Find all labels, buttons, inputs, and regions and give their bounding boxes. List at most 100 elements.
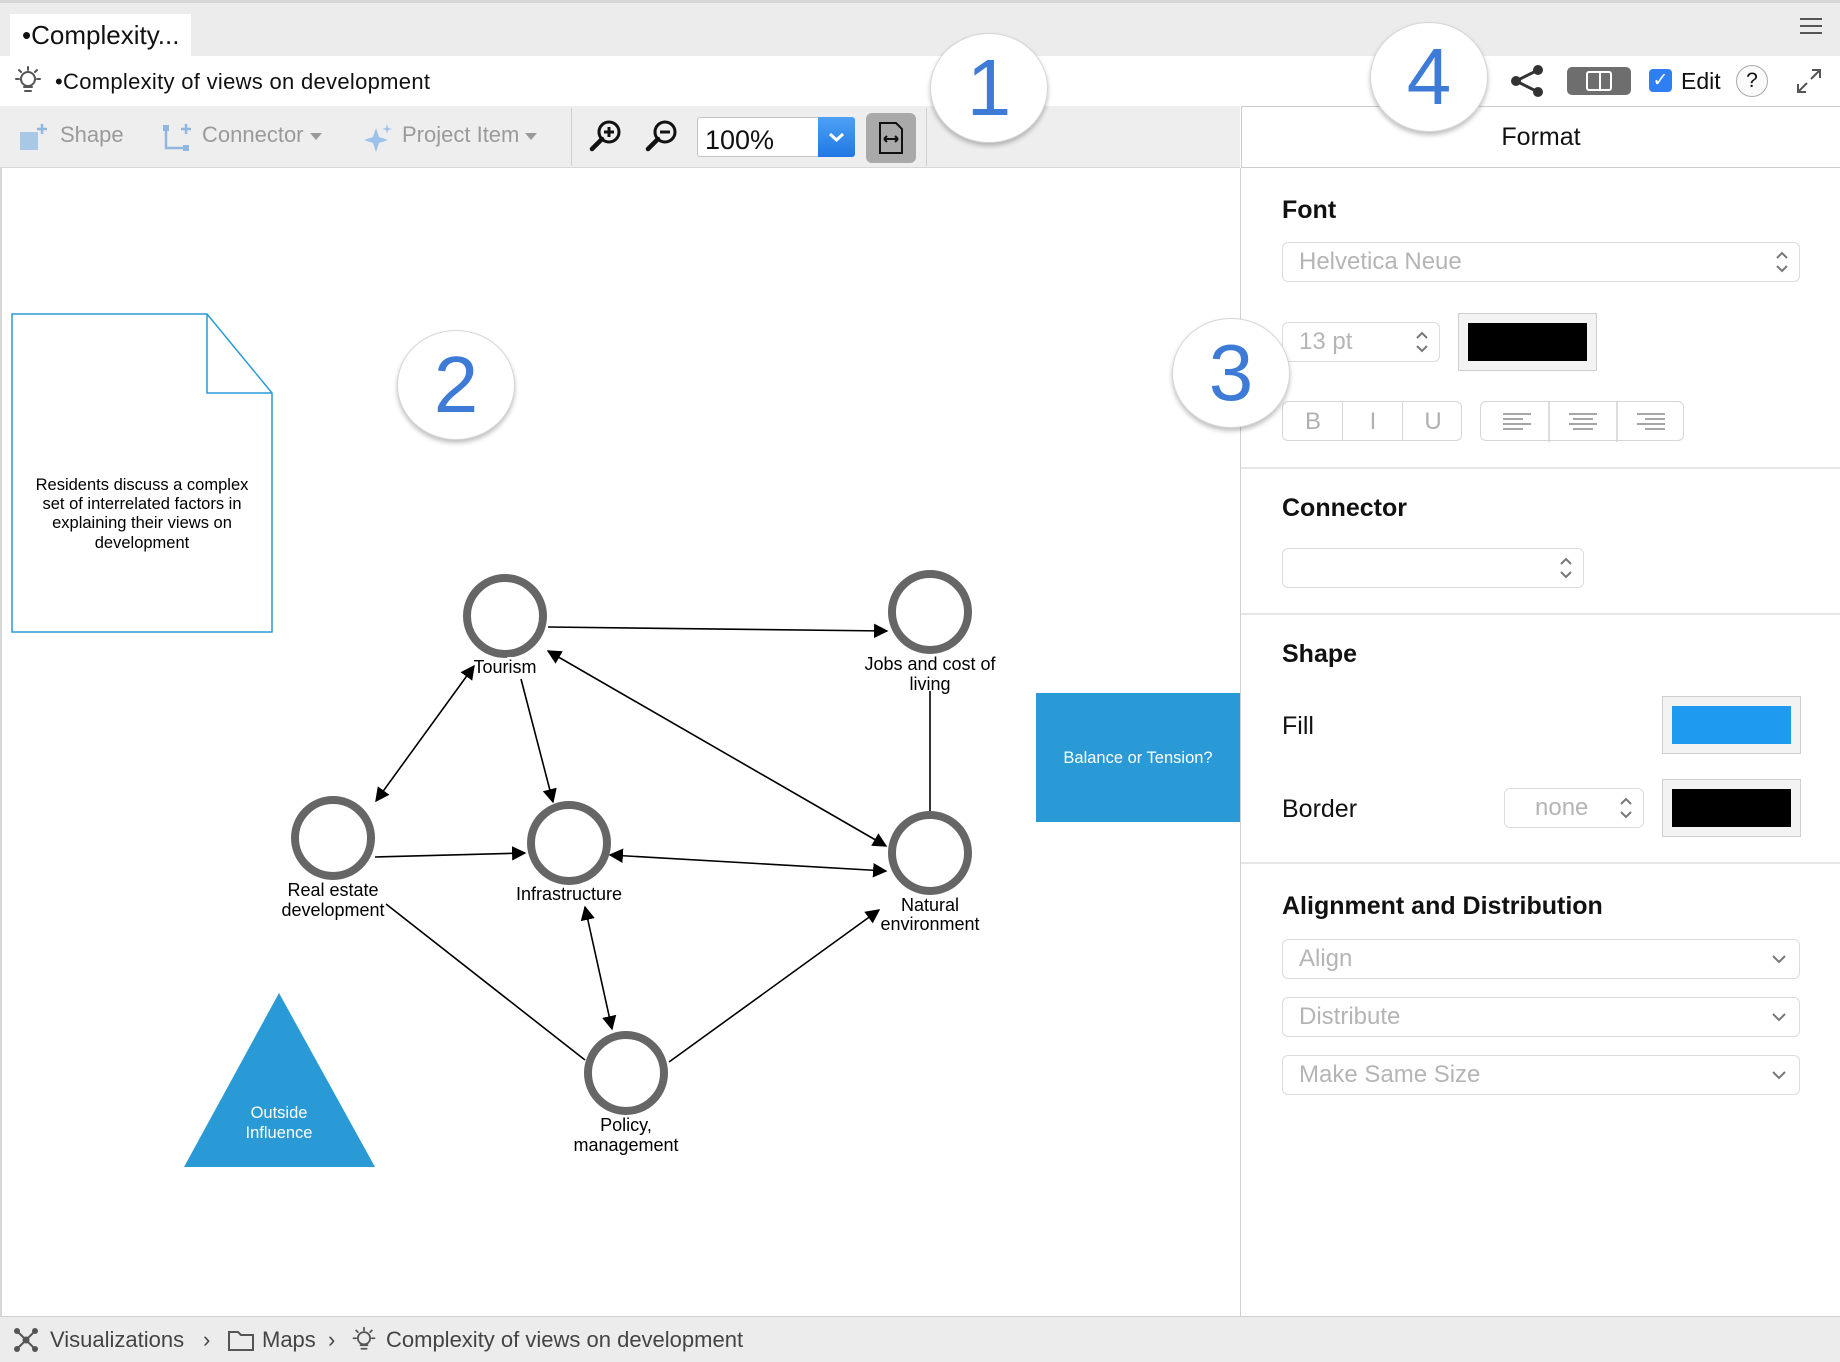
share-icon[interactable] bbox=[1508, 62, 1546, 105]
project-item-button[interactable]: Project Item bbox=[402, 120, 538, 150]
font-size-stepper[interactable]: 13 pt bbox=[1282, 322, 1440, 362]
breadcrumb-visualizations[interactable]: Visualizations bbox=[50, 1326, 184, 1354]
edge-tourism-jobs bbox=[547, 623, 889, 639]
project-item-button-label: Project Item bbox=[402, 122, 520, 147]
note-text-line: development bbox=[95, 534, 190, 552]
updown-arrows-icon bbox=[1620, 797, 1632, 819]
connectors bbox=[374, 623, 931, 1063]
align-select[interactable]: Align bbox=[1282, 939, 1800, 979]
zoom-dropdown-button[interactable] bbox=[818, 117, 855, 157]
updown-arrows-icon bbox=[1416, 331, 1428, 353]
border-label: Border bbox=[1282, 795, 1358, 823]
tab-strip bbox=[0, 0, 1840, 56]
document-tab[interactable]: •Complexity... bbox=[10, 14, 192, 56]
edge-infra-natural bbox=[608, 848, 888, 878]
callout-3: 3 bbox=[1172, 318, 1290, 428]
sidebar-panel-icon bbox=[1586, 71, 1612, 91]
toolbar-separator bbox=[571, 108, 572, 166]
section-divider bbox=[1241, 862, 1840, 864]
node-jobs[interactable] bbox=[888, 570, 972, 654]
align-center-icon bbox=[1569, 413, 1597, 430]
make-same-size-select[interactable]: Make Same Size bbox=[1282, 1055, 1800, 1095]
bold-button[interactable]: B bbox=[1283, 408, 1343, 436]
edit-label: Edit bbox=[1681, 68, 1721, 94]
section-divider bbox=[1241, 613, 1840, 615]
help-button[interactable]: ? bbox=[1736, 65, 1768, 97]
edge-realestate-policy bbox=[385, 903, 586, 1061]
note-text-line: Residents discuss a complex bbox=[36, 476, 250, 494]
connector-section-heading: Connector bbox=[1282, 494, 1407, 522]
expand-icon[interactable] bbox=[1794, 66, 1824, 101]
chevron-down-icon bbox=[828, 132, 845, 143]
fit-to-page-button[interactable] bbox=[866, 113, 916, 163]
breadcrumb-maps[interactable]: Maps bbox=[262, 1326, 316, 1354]
section-divider bbox=[1241, 467, 1840, 469]
node-tourism[interactable] bbox=[463, 574, 547, 658]
project-item-caret-icon bbox=[525, 132, 538, 140]
shape-button[interactable]: Shape bbox=[60, 120, 124, 150]
chevron-down-icon bbox=[1772, 955, 1786, 964]
note-text-line: set of interrelated factors in bbox=[42, 495, 241, 513]
font-color-well[interactable] bbox=[1458, 313, 1597, 371]
callout-1: 1 bbox=[930, 33, 1048, 143]
font-size-value: 13 pt bbox=[1299, 328, 1353, 355]
note-text-line: explaining their views on bbox=[52, 514, 232, 532]
edge-tourism-infra bbox=[520, 678, 557, 804]
toolbar-separator bbox=[926, 108, 927, 166]
note-shape[interactable] bbox=[11, 313, 273, 633]
breadcrumb-current-map[interactable]: Complexity of views on development bbox=[386, 1326, 743, 1354]
chevron-down-icon bbox=[1772, 1071, 1786, 1080]
node-policy[interactable] bbox=[584, 1031, 668, 1115]
node-natural[interactable] bbox=[888, 811, 972, 895]
lightbulb-icon bbox=[350, 1326, 378, 1359]
add-shape-icon bbox=[18, 122, 50, 159]
fill-color-well[interactable] bbox=[1662, 696, 1801, 754]
lightbulb-icon bbox=[12, 65, 44, 102]
connector-caret-icon bbox=[309, 132, 322, 140]
edge-realestate-infra bbox=[374, 846, 527, 861]
distribute-select[interactable]: Distribute bbox=[1282, 997, 1800, 1037]
font-family-select[interactable]: Helvetica Neue bbox=[1282, 242, 1800, 282]
chevron-down-icon bbox=[1772, 1013, 1786, 1022]
callout-4: 4 bbox=[1370, 22, 1488, 132]
format-tab[interactable]: Format bbox=[1241, 106, 1840, 168]
shape-section-heading: Shape bbox=[1282, 640, 1358, 668]
connector-button[interactable]: Connector bbox=[202, 120, 322, 150]
text-align-segmented bbox=[1480, 401, 1684, 442]
italic-button[interactable]: I bbox=[1343, 408, 1403, 436]
folder-icon bbox=[227, 1328, 255, 1357]
edge-policy-natural bbox=[668, 909, 881, 1063]
underline-button[interactable]: U bbox=[1403, 408, 1463, 436]
font-color-swatch bbox=[1468, 323, 1587, 361]
border-color-swatch bbox=[1672, 789, 1791, 827]
diagram-canvas[interactable]: Residents discuss a complex set of inter… bbox=[0, 168, 1240, 1316]
hamburger-menu-icon[interactable] bbox=[1800, 18, 1822, 38]
border-width-select[interactable]: none bbox=[1504, 788, 1644, 828]
node-label: Policy, bbox=[600, 1115, 652, 1135]
fit-page-icon bbox=[879, 122, 903, 154]
updown-arrows-icon bbox=[1560, 557, 1572, 579]
add-connector-icon bbox=[162, 122, 196, 159]
alignment-section-heading: Alignment and Distribution bbox=[1282, 892, 1603, 920]
updown-arrows-icon bbox=[1776, 251, 1788, 273]
text-style-segmented: B I U bbox=[1282, 401, 1462, 441]
edge-infra-policy bbox=[580, 905, 617, 1031]
node-label: environment bbox=[880, 914, 979, 934]
balance-box-label: Balance or Tension? bbox=[1063, 749, 1212, 767]
connector-style-select[interactable] bbox=[1282, 548, 1584, 588]
node-realestate[interactable] bbox=[291, 796, 375, 880]
panel-toggle-button[interactable] bbox=[1567, 67, 1631, 95]
visualizations-icon bbox=[12, 1326, 40, 1359]
align-left-icon bbox=[1503, 413, 1531, 430]
node-label: Real estate bbox=[287, 880, 378, 900]
node-label: development bbox=[281, 900, 384, 920]
align-value: Align bbox=[1299, 945, 1353, 972]
border-color-well[interactable] bbox=[1662, 779, 1801, 837]
zoom-in-icon[interactable] bbox=[588, 118, 624, 159]
concept-map-diagram: Residents discuss a complex set of inter… bbox=[11, 313, 1240, 1167]
zoom-out-icon[interactable] bbox=[644, 118, 680, 159]
edit-checkbox[interactable]: ✓ bbox=[1649, 69, 1672, 92]
node-label: management bbox=[573, 1135, 678, 1155]
node-infrastructure[interactable] bbox=[527, 801, 611, 885]
triangle-label: Outside bbox=[251, 1104, 308, 1122]
